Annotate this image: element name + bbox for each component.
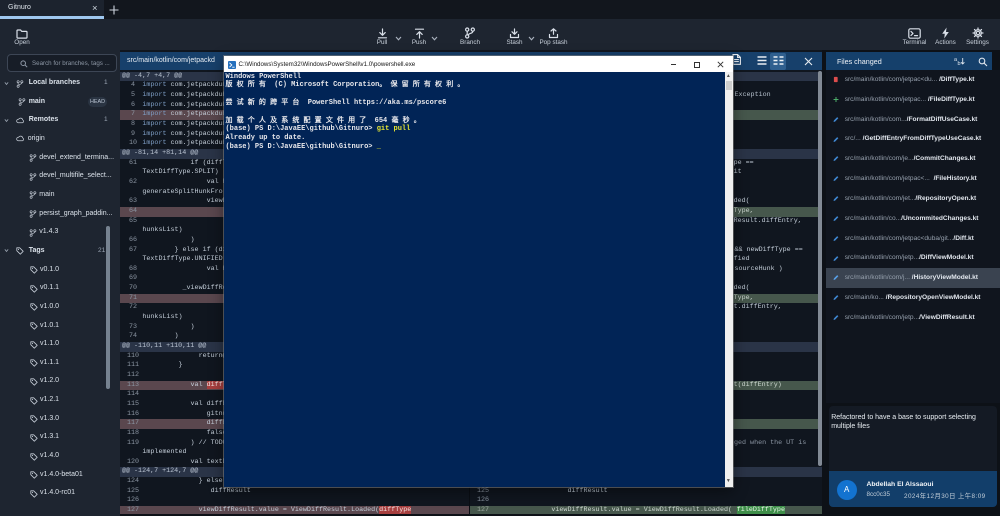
svg-text:b: b <box>958 61 961 66</box>
